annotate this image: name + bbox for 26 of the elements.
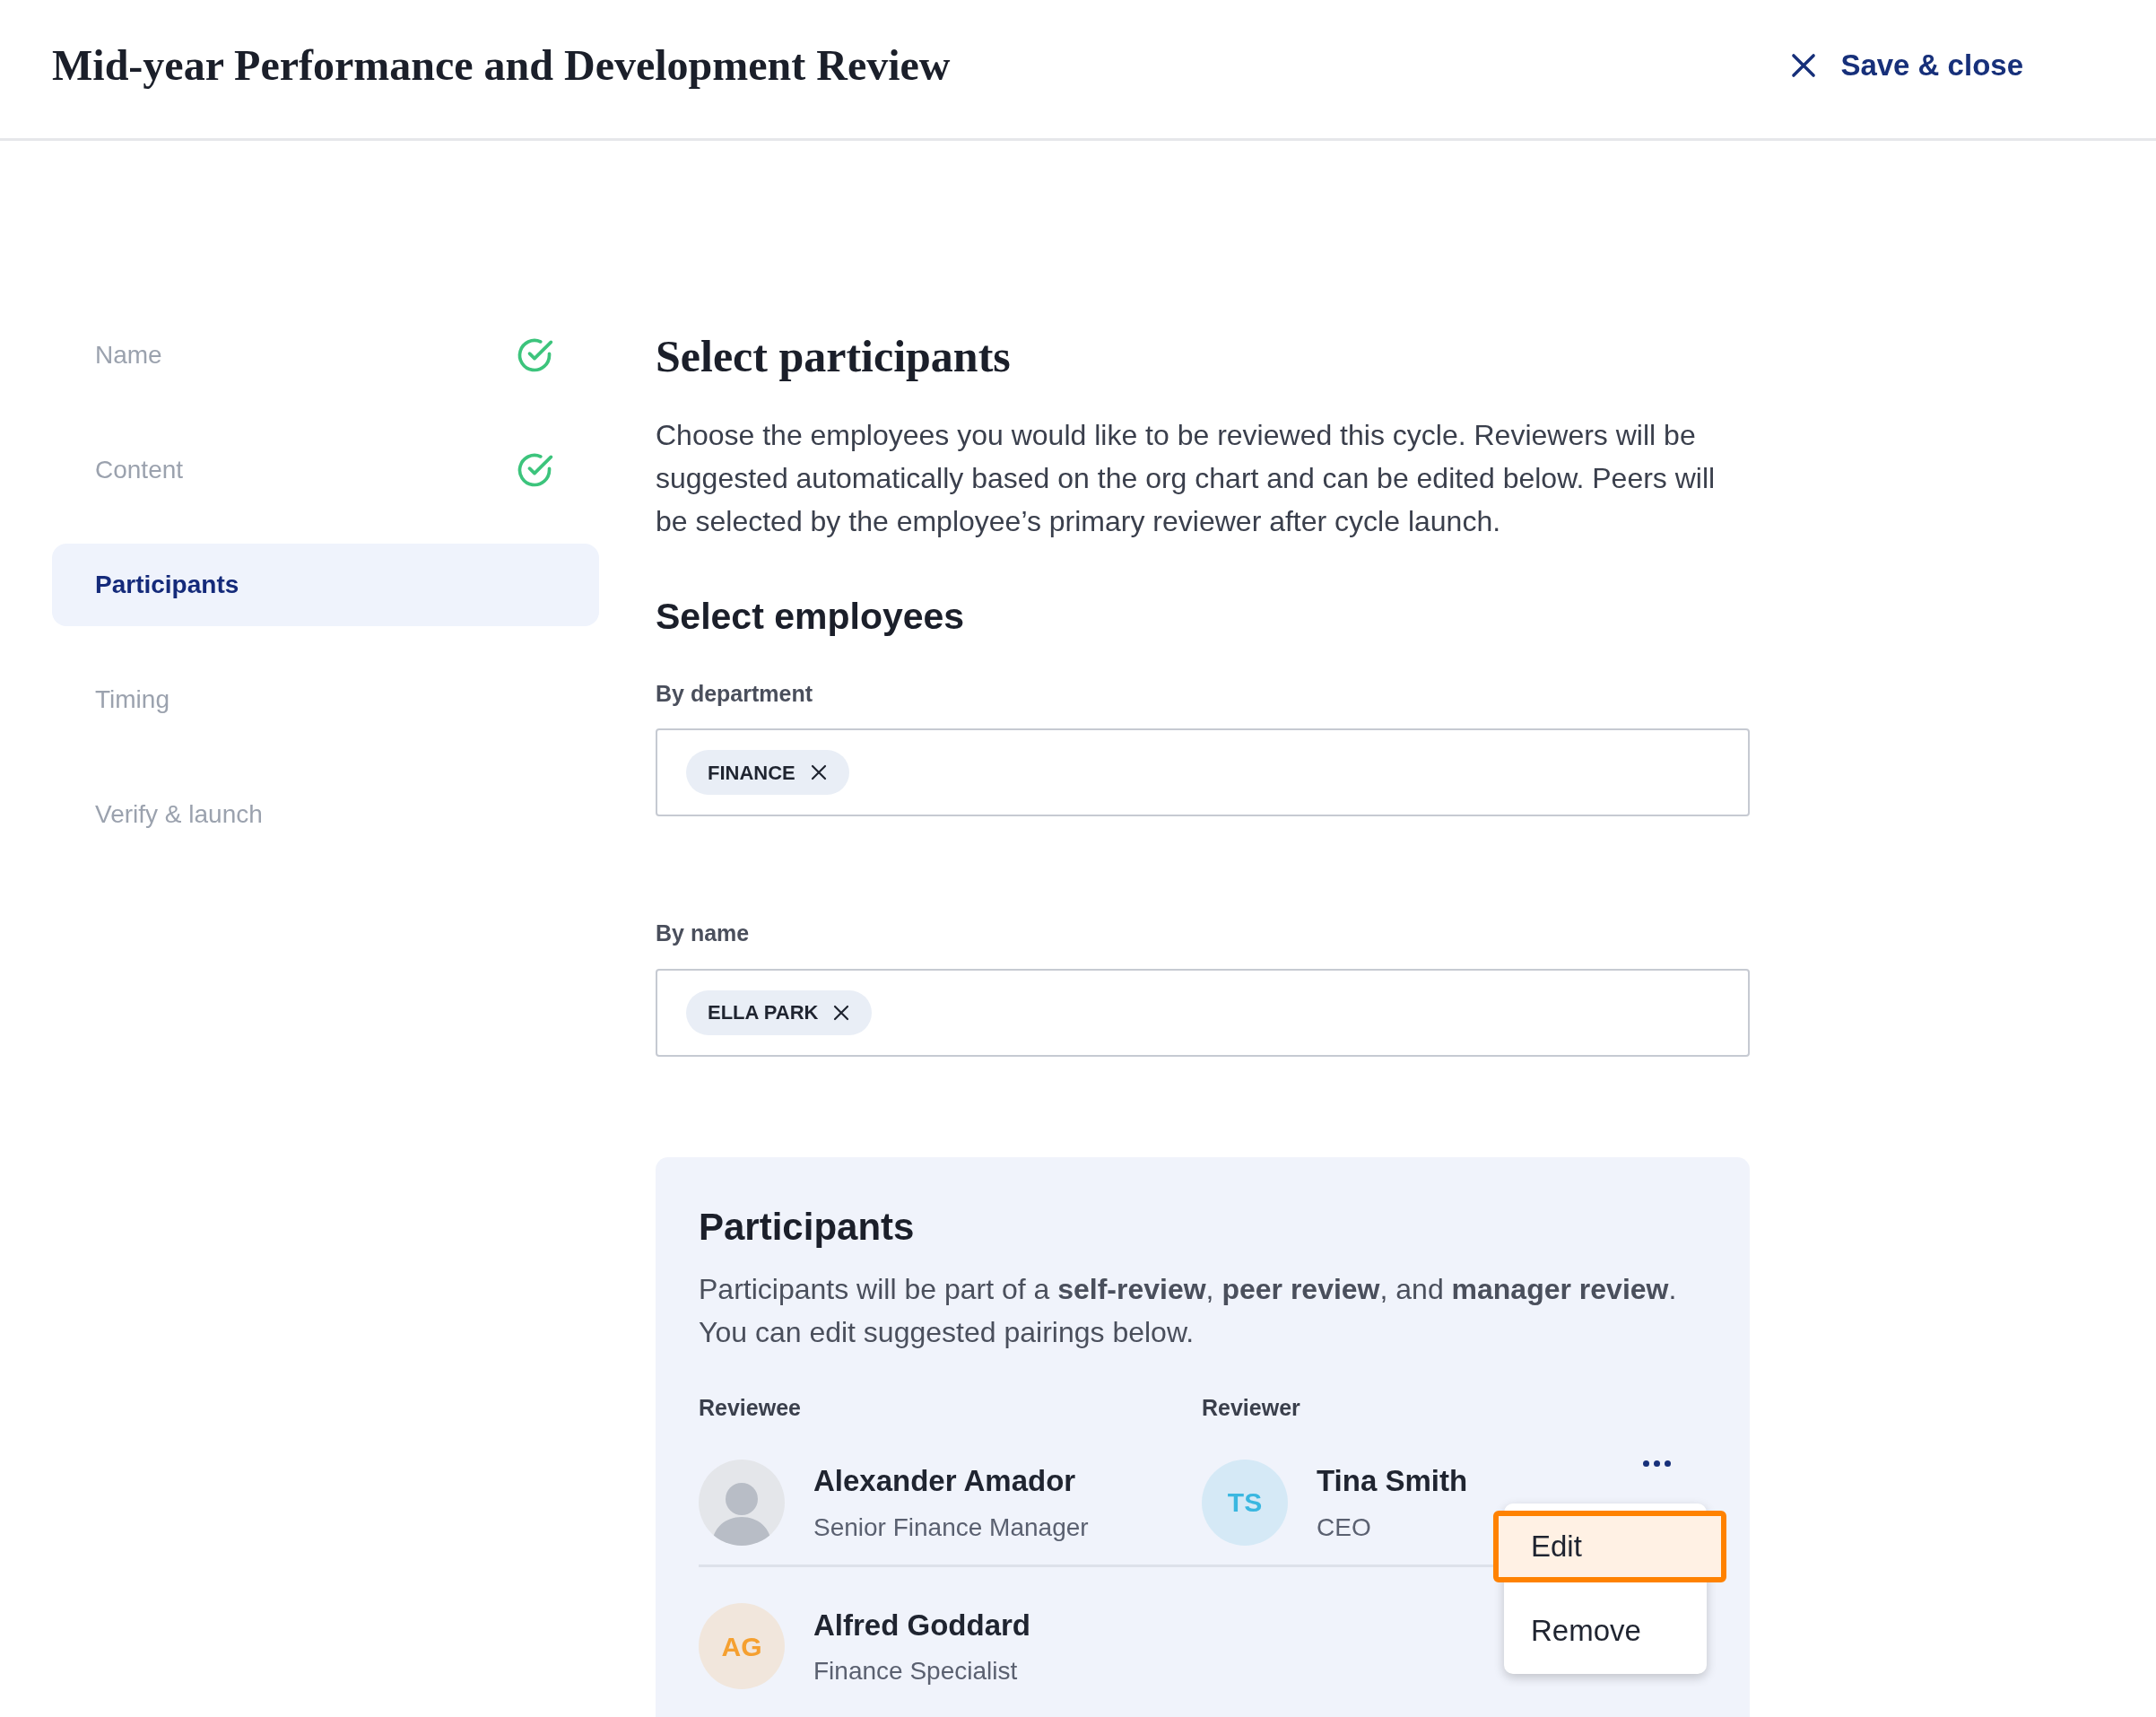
- person-role: Finance Specialist: [813, 1656, 1019, 1686]
- step-item[interactable]: Participants: [52, 544, 599, 626]
- initials-avatar: TS: [1202, 1459, 1288, 1546]
- person-role: Senior Finance Manager: [813, 1512, 1089, 1543]
- person-name: Alexander Amador: [813, 1463, 1077, 1499]
- person-name: Tina Smith: [1317, 1463, 1468, 1499]
- initials-avatar: AG: [699, 1603, 785, 1690]
- column-header: Reviewer: [1202, 1393, 1301, 1422]
- person-name: Alfred Goddard: [813, 1607, 1030, 1643]
- filter-tag[interactable]: FINANCE: [686, 750, 849, 795]
- filter-tag[interactable]: ELLA PARK: [686, 989, 873, 1035]
- menu-item[interactable]: Remove: [1504, 1595, 1707, 1667]
- description-text: Choose the employees you would like to be reviewed this cycle. Reviewers will be suggested automatically based on the org chart and can be edited below. Peers will be selected by the employee’s primary reviewer after cycle launch.: [656, 418, 1717, 539]
- field-label: By department: [656, 679, 814, 708]
- section-title: Select participants: [656, 330, 1012, 383]
- card-title: Participants: [699, 1204, 916, 1250]
- person-role: CEO: [1317, 1512, 1372, 1543]
- tag-input-field[interactable]: ELLA PARK: [656, 968, 1750, 1057]
- subsection-title: Select employees: [656, 595, 966, 639]
- card-description: Participants will be part of a self-review, peer review, and manager review. You can edit suggested pairings below.: [699, 1271, 1678, 1350]
- page-title: Mid-year Performance and Development Review: [52, 40, 951, 91]
- tag-input-field[interactable]: FINANCE: [656, 728, 1750, 816]
- field-label: By name: [656, 920, 751, 947]
- save-close-button[interactable]: Save & close: [1787, 43, 2023, 88]
- menu-item[interactable]: Edit: [1493, 1511, 1726, 1582]
- column-header: Reviewee: [699, 1393, 802, 1422]
